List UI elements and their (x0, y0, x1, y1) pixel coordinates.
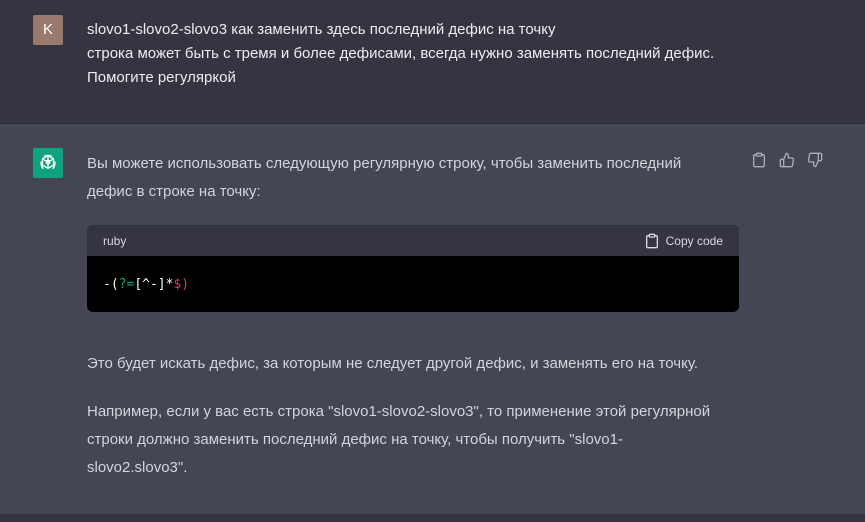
openai-logo-icon (33, 148, 63, 178)
text-line: дефис в строке на точку: (87, 183, 261, 200)
text-line: Например, если у вас есть строка "slovo1… (87, 403, 711, 420)
code-content: -(?= [^-]* $) (87, 256, 739, 312)
user-message-text: slovo1-slovo2-slovo3 как заменить здесь … (87, 18, 787, 90)
copy-code-label: Copy code (665, 233, 723, 248)
code-header: ruby Copy code (87, 225, 739, 256)
thumbs-up-icon[interactable] (778, 151, 796, 169)
code-token: ) (181, 276, 190, 292)
clipboard-icon (645, 233, 658, 248)
bottom-divider (0, 514, 865, 522)
user-line: slovo1-slovo2-slovo3 как заменить здесь … (87, 21, 556, 38)
user-line: строка может быть с тремя и более дефиса… (87, 45, 715, 62)
clipboard-icon[interactable] (750, 151, 768, 169)
text-line: slovo2.slovo3". (87, 459, 188, 476)
code-token: $ (173, 276, 182, 292)
text-line: строки должно заменить последний дефис н… (87, 431, 623, 448)
code-language: ruby (103, 233, 127, 248)
code-token: -( (103, 276, 119, 292)
user-message: K slovo1-slovo2-slovo3 как заменить здес… (0, 0, 865, 124)
thumbs-down-icon[interactable] (806, 151, 824, 169)
user-avatar: K (33, 15, 63, 45)
assistant-paragraph: Например, если у вас есть строка "slovo1… (87, 398, 747, 482)
code-block: ruby Copy code -(?= [^-]* $) (87, 225, 739, 312)
message-actions (750, 151, 824, 169)
code-token: ?= (118, 276, 135, 292)
assistant-paragraph: Это будет искать дефис, за которым не сл… (87, 350, 747, 378)
user-line: Помогите регуляркой (87, 69, 236, 86)
copy-code-button[interactable]: Copy code (644, 233, 723, 249)
assistant-paragraph: Вы можете использовать следующую регуляр… (87, 150, 747, 206)
text-line: Вы можете использовать следующую регуляр… (87, 155, 682, 172)
assistant-message: Вы можете использовать следующую регуляр… (0, 124, 865, 522)
text-line: Это будет искать дефис, за которым не сл… (87, 355, 698, 372)
code-token: [^-]* (134, 276, 174, 292)
